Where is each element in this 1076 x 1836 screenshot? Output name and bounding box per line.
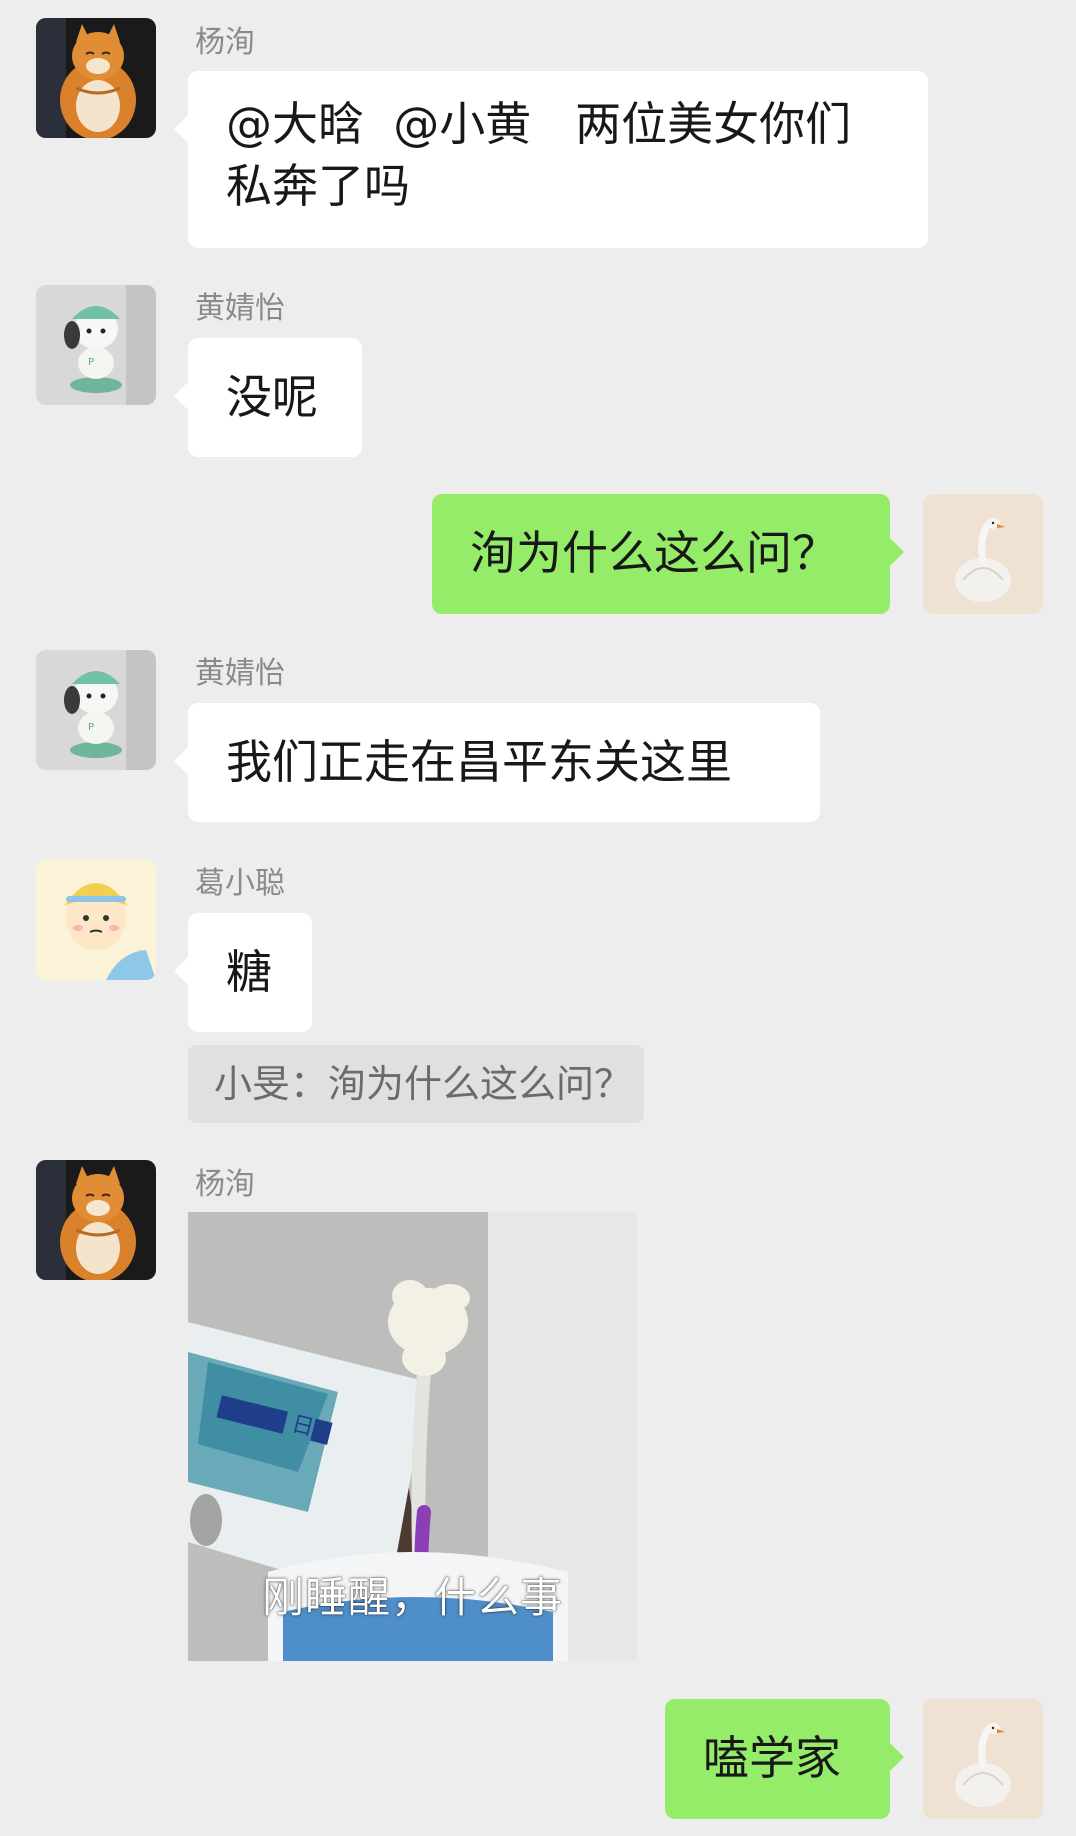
message-bubble[interactable]: 嗑学家 bbox=[665, 1699, 904, 1819]
sender-name: 杨洵 bbox=[195, 25, 255, 60]
sender-name: 杨洵 bbox=[195, 1167, 255, 1202]
message-5: 葛小聪 糖 小旻：洵为什么这么问？ bbox=[0, 855, 1076, 1125]
sender-name: 葛小聪 bbox=[195, 866, 285, 901]
message-text-line: 私奔了吗 bbox=[226, 159, 410, 213]
svg-text:P: P bbox=[88, 722, 94, 733]
message-1: 杨洵 @大晗 @小黄 两位美女你们 私奔了吗 bbox=[0, 0, 1076, 260]
message-bubble[interactable]: @大晗 @小黄 两位美女你们 私奔了吗 bbox=[174, 71, 928, 248]
message-bubble[interactable]: 糖 bbox=[174, 913, 312, 1032]
swan-garlic-avatar[interactable] bbox=[923, 1699, 1043, 1819]
message-3: 洵为什么这么问？ bbox=[0, 490, 1076, 630]
quoted-message[interactable]: 小旻：洵为什么这么问？ bbox=[188, 1045, 644, 1123]
message-2: P 黄婧怡 没呢 bbox=[0, 280, 1076, 470]
message-7: 嗑学家 bbox=[0, 1690, 1076, 1830]
swan-garlic-avatar[interactable] bbox=[923, 494, 1043, 614]
sticker-image[interactable]: ▇▇▇▇ 日▇ 刚睡醒，什么事 bbox=[188, 1212, 637, 1661]
pochacco-figure-avatar[interactable]: P bbox=[36, 650, 156, 770]
sticker-caption: 刚睡醒，什么事 bbox=[261, 1573, 563, 1622]
message-4: P 黄婧怡 我们正走在昌平东关这里 bbox=[0, 645, 1076, 835]
pochacco-figure-avatar[interactable]: P bbox=[36, 285, 156, 405]
cartoon-boy-avatar[interactable] bbox=[36, 860, 156, 980]
sender-name: 黄婧怡 bbox=[195, 291, 285, 326]
svg-text:P: P bbox=[88, 357, 94, 368]
message-text-line: @大晗 @小黄 两位美女你们 bbox=[226, 97, 852, 151]
sender-name: 黄婧怡 bbox=[195, 656, 285, 691]
orange-cat-avatar[interactable] bbox=[36, 1160, 156, 1280]
message-bubble[interactable]: 没呢 bbox=[174, 338, 362, 457]
message-bubble[interactable]: 我们正走在昌平东关这里 bbox=[174, 703, 820, 822]
orange-cat-avatar[interactable] bbox=[36, 18, 156, 138]
message-bubble[interactable]: 洵为什么这么问？ bbox=[432, 494, 904, 614]
